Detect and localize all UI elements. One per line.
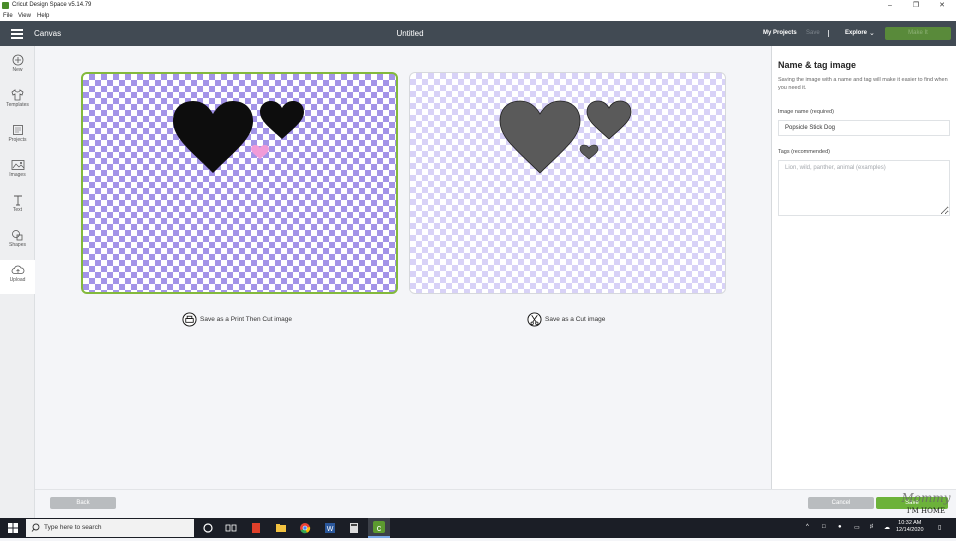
- office-icon[interactable]: [250, 522, 262, 534]
- task-view-icon[interactable]: [225, 522, 237, 534]
- show-hidden-icons-icon[interactable]: ^: [806, 524, 809, 530]
- scissors-icon: [527, 312, 542, 327]
- name-tag-panel: Name & tag image Saving the image with a…: [771, 46, 956, 518]
- svg-text:W: W: [327, 526, 334, 533]
- image-name-label: Image name (required): [778, 109, 834, 115]
- menu-help[interactable]: Help: [37, 13, 49, 19]
- svg-text:c: c: [377, 523, 382, 533]
- tags-label: Tags (recommended): [778, 149, 830, 155]
- cancel-button[interactable]: Cancel: [808, 497, 874, 509]
- svg-text:Mommy: Mommy: [900, 491, 950, 505]
- search-icon: [31, 523, 40, 532]
- printer-icon: [182, 312, 197, 327]
- sidebar-item-label: Upload: [9, 277, 26, 283]
- large-heart-shape: [173, 101, 253, 173]
- search-placeholder: Type here to search: [44, 524, 102, 531]
- clock-time: 10:32 AM: [898, 520, 922, 526]
- upload-icon: [11, 265, 24, 274]
- sidebar-item-label: Templates: [6, 102, 29, 108]
- calculator-icon[interactable]: [348, 522, 360, 534]
- header-divider: [828, 30, 829, 37]
- window-titlebar: Cricut Design Space v5.14.79 – ❐ ✕: [0, 0, 956, 12]
- print-then-cut-label: Save as a Print Then Cut image: [200, 316, 293, 323]
- panel-description: Saving the image with a name and tag wil…: [778, 77, 948, 91]
- minimize-button[interactable]: –: [880, 0, 900, 12]
- close-window-button[interactable]: ✕: [932, 0, 952, 12]
- document-title: Untitled: [396, 29, 424, 38]
- tshirt-icon: [11, 89, 24, 101]
- sidebar-item-label: New: [12, 67, 23, 73]
- sidebar-item-new[interactable]: New: [0, 50, 35, 84]
- image-icon: [11, 160, 24, 170]
- cut-option[interactable]: Save as a Cut image: [527, 312, 605, 327]
- projects-icon: [12, 125, 23, 135]
- app-header: Canvas Untitled My Projects Save Explore…: [0, 21, 956, 46]
- medium-heart-shape: [586, 100, 632, 140]
- print-then-cut-preview[interactable]: [81, 72, 398, 294]
- explore-menu[interactable]: Explore: [845, 30, 867, 36]
- menu-bar: File View Help: [0, 12, 956, 21]
- menu-file[interactable]: File: [3, 13, 13, 19]
- large-heart-shape: [499, 100, 581, 174]
- chrome-icon[interactable]: [299, 522, 311, 534]
- svg-text:I'M HOME: I'M HOME: [907, 507, 945, 515]
- hearts-image: [173, 101, 304, 173]
- maximize-button[interactable]: ❐: [906, 0, 926, 12]
- taskbar-cricut-active[interactable]: c: [368, 518, 390, 538]
- cut-label: Save as a Cut image: [545, 316, 606, 323]
- plus-icon: [12, 54, 23, 66]
- small-heart-shape: [579, 144, 599, 160]
- sidebar-item-label: Text: [12, 207, 23, 213]
- menu-view[interactable]: View: [18, 13, 31, 19]
- tray-app-icon[interactable]: □: [822, 524, 826, 530]
- cortana-icon[interactable]: [202, 522, 214, 534]
- sidebar-item-templates[interactable]: Templates: [0, 85, 35, 119]
- cut-image-preview[interactable]: [409, 72, 726, 294]
- sidebar-item-images[interactable]: Images: [0, 155, 35, 189]
- windows-taskbar: Type here to search W c ^ □ ● ▭ ♯ ☁ 10:3…: [0, 518, 956, 538]
- cricut-app-icon: [2, 2, 9, 9]
- sidebar-item-upload[interactable]: Upload: [0, 260, 35, 294]
- left-sidebar: New Templates Projects Images Text Shape…: [0, 46, 35, 518]
- sidebar-item-shapes[interactable]: Shapes: [0, 225, 35, 259]
- image-name-input[interactable]: Popsicle Stick Dog: [778, 120, 950, 136]
- panel-title: Name & tag image: [778, 60, 857, 70]
- header-save-link[interactable]: Save: [806, 30, 820, 36]
- word-icon[interactable]: W: [324, 522, 336, 534]
- hearts-cut-image: [499, 100, 632, 174]
- chevron-down-icon[interactable]: ⌄: [869, 29, 875, 37]
- shapes-icon: [12, 230, 23, 241]
- taskbar-search-input[interactable]: Type here to search: [26, 519, 194, 537]
- file-explorer-icon[interactable]: [275, 522, 287, 534]
- volume-icon[interactable]: ♯: [870, 524, 873, 530]
- sidebar-item-label: Shapes: [9, 242, 26, 248]
- mommy-im-home-watermark-logo: Mommy I'M HOME: [900, 491, 950, 515]
- cloud-icon[interactable]: ☁: [884, 524, 890, 531]
- print-then-cut-option[interactable]: Save as a Print Then Cut image: [182, 312, 292, 327]
- window-title: Cricut Design Space v5.14.79: [12, 2, 92, 8]
- pink-heart-shape: [251, 145, 269, 159]
- sidebar-item-text[interactable]: Text: [0, 190, 35, 224]
- text-icon: [13, 195, 22, 206]
- sidebar-item-label: Images: [9, 172, 26, 178]
- notifications-icon[interactable]: ▯: [938, 524, 941, 531]
- sidebar-item-label: Projects: [8, 137, 27, 143]
- system-clock[interactable]: 10:32 AM 12/14/2020: [896, 520, 924, 534]
- battery-icon[interactable]: ▭: [854, 524, 860, 531]
- clock-date: 12/14/2020: [896, 527, 924, 533]
- back-button[interactable]: Back: [50, 497, 116, 509]
- cricut-taskbar-icon: c: [373, 521, 385, 533]
- sidebar-item-projects[interactable]: Projects: [0, 120, 35, 154]
- windows-start-icon[interactable]: [8, 523, 18, 533]
- make-it-button[interactable]: Make It: [885, 27, 951, 40]
- tags-input[interactable]: [778, 160, 950, 216]
- my-projects-link[interactable]: My Projects: [763, 30, 797, 36]
- tray-red-icon[interactable]: ●: [838, 524, 842, 530]
- medium-heart-shape: [260, 101, 304, 139]
